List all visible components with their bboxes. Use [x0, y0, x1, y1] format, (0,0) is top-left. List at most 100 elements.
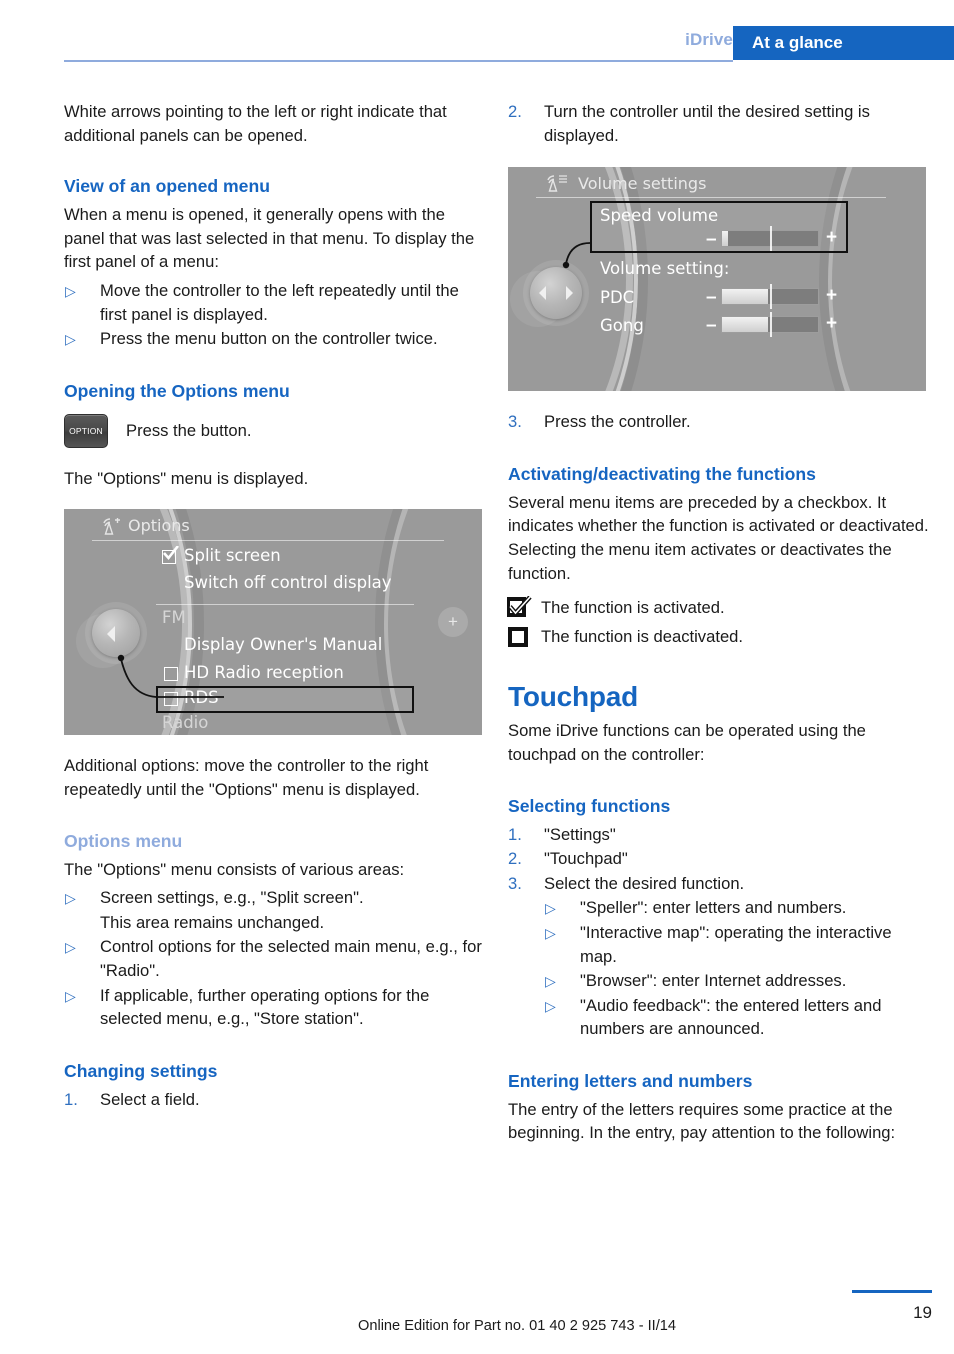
- triangle-bullet-icon: ▷: [65, 987, 76, 1004]
- legend-label-deactivated: The function is deactivated.: [541, 626, 744, 646]
- list-item: ▷ Screen settings, e.g., "Split screen".: [64, 886, 482, 910]
- option-button[interactable]: OPTION: [64, 413, 108, 448]
- antenna-list-icon: [547, 175, 567, 192]
- triangle-bullet-icon: ▷: [65, 890, 76, 907]
- gong-plus-label[interactable]: +: [826, 314, 837, 333]
- list-item-label: "Audio feedback": the entered letters an…: [580, 995, 882, 1039]
- list-item: 2. "Touchpad": [508, 847, 932, 871]
- gong-minus-label[interactable]: –: [706, 316, 717, 335]
- heading-view-of-opened-menu: View of an opened menu: [64, 176, 270, 197]
- footer-edition-text: Online Edition for Part no. 01 40 2 925 …: [357, 1318, 677, 1334]
- intro-paragraph: White arrows pointing to the left or rig…: [64, 102, 447, 145]
- changing-settings-steps: 1. Select a field.: [64, 1088, 482, 1112]
- step-3-list: 3. Press the controller.: [508, 410, 932, 434]
- additional-options-paragraph: Additional options: move the controller …: [64, 756, 429, 799]
- list-item: ▷ "Audio feedback": the entered letters …: [544, 994, 932, 1041]
- step-label: Select the desired function.: [544, 873, 745, 893]
- list-item: 2. Turn the controller until the desired…: [508, 100, 932, 147]
- volume-row-label-pdc[interactable]: PDC: [600, 288, 634, 307]
- step-label: Turn the controller until the desired se…: [544, 102, 870, 145]
- list-item: 1. "Settings": [508, 823, 932, 847]
- heading-options-menu: Options menu: [64, 830, 183, 851]
- list-item-label: "Browser": enter Internet addresses.: [580, 971, 847, 991]
- options-menu-screenshot: Options Split screen Switch off control …: [64, 509, 482, 736]
- activating-paragraph: Several menu items are preceded by a che…: [508, 492, 929, 583]
- options-item-display-owners-manual[interactable]: Display Owner's Manual: [184, 635, 382, 654]
- left-column: White arrows pointing to the left or rig…: [64, 100, 482, 1112]
- view-bullet-list: ▷ Move the controller to the left repeat…: [64, 279, 482, 351]
- header-book-label: iDrive: [685, 30, 733, 49]
- option-button-label: OPTION: [69, 425, 103, 436]
- step-label: Press the controller.: [544, 412, 691, 432]
- header-chapter-tab: At a glance: [733, 26, 954, 60]
- step-label: "Settings": [544, 824, 616, 844]
- step-number: 3.: [508, 873, 522, 893]
- speed-volume-plus-label[interactable]: +: [826, 228, 837, 247]
- antenna-signal-icon: [103, 518, 120, 536]
- list-item: 1. Select a field.: [64, 1088, 482, 1112]
- volume-settings-screenshot: Volume settings Speed volume – + Volume …: [508, 167, 926, 392]
- legend-row-deactivated: The function is deactivated.: [508, 625, 932, 649]
- volume-row-label-gong[interactable]: Gong: [600, 316, 644, 335]
- list-item-label: If applicable, further operating options…: [100, 985, 430, 1029]
- list-item: ▷ Press the menu button on the controlle…: [64, 327, 482, 351]
- list-item: 3. Press the controller.: [508, 410, 932, 434]
- step-number: 3.: [508, 412, 522, 432]
- list-item: ▷ If applicable, further operating optio…: [64, 984, 482, 1031]
- view-paragraph: When a menu is opened, it generally open…: [64, 205, 475, 272]
- pdc-slider[interactable]: [721, 284, 819, 310]
- speed-volume-slider[interactable]: [721, 226, 819, 252]
- step-label: "Touchpad": [544, 849, 628, 869]
- triangle-bullet-icon: ▷: [545, 924, 556, 941]
- triangle-bullet-icon: ▷: [65, 939, 76, 956]
- legend-label-activated: The function is activated.: [541, 598, 725, 618]
- list-item-label: Control options for the selected main me…: [100, 937, 482, 980]
- triangle-bullet-icon: ▷: [545, 900, 556, 917]
- checkbox-unchecked-icon: [508, 626, 528, 647]
- options-menu-paragraph: The "Options" menu consists of various a…: [64, 859, 405, 879]
- leader-line: [562, 242, 591, 269]
- list-item-label: "Interactive map": operating the interac…: [580, 922, 892, 966]
- option-button-row: OPTION Press the button.: [64, 413, 482, 448]
- list-item-label: Screen settings, e.g., "Split screen".: [100, 888, 364, 908]
- press-the-button-label: Press the button.: [126, 420, 252, 440]
- right-column: 2. Turn the controller until the desired…: [507, 100, 932, 1145]
- heading-entering-letters-numbers: Entering letters and numbers: [508, 1070, 753, 1091]
- pdc-plus-label[interactable]: +: [826, 286, 837, 305]
- list-item-label: Move the controller to the left repeated…: [100, 280, 459, 324]
- triangle-bullet-icon: ▷: [545, 973, 556, 990]
- step-number: 2.: [508, 849, 522, 869]
- triangle-bullet-icon: ▷: [65, 331, 76, 348]
- list-item-label: "Speller": enter letters and numbers.: [580, 898, 847, 918]
- options-screenshot-title: Options: [128, 516, 190, 536]
- list-item: ▷ "Speller": enter letters and numbers.: [544, 896, 932, 920]
- options-item-split-screen[interactable]: Split screen: [184, 546, 281, 565]
- page-header: iDrive At a glance: [0, 0, 954, 64]
- selecting-functions-bullets: ▷ "Speller": enter letters and numbers. …: [544, 896, 932, 1041]
- heading-opening-options-menu: Opening the Options menu: [64, 380, 290, 401]
- options-menu-bullet-list: ▷ Screen settings, e.g., "Split screen".…: [64, 886, 482, 1031]
- header-divider: [64, 60, 733, 62]
- selecting-functions-steps: 1. "Settings" 2. "Touchpad" 3. Select th…: [508, 823, 932, 896]
- speed-volume-minus-label[interactable]: –: [706, 230, 717, 249]
- options-group-fm: FM: [162, 608, 186, 628]
- list-item: ▷ "Browser": enter Internet addresses.: [544, 969, 932, 993]
- options-item-switch-off-display[interactable]: Switch off control display: [184, 573, 392, 592]
- gong-slider[interactable]: [721, 312, 819, 338]
- options-displayed-paragraph: The "Options" menu is displayed.: [64, 468, 309, 488]
- pdc-minus-label[interactable]: –: [706, 288, 717, 307]
- entering-paragraph: The entry of the letters requires some p…: [508, 1099, 896, 1143]
- touchpad-paragraph: Some iDrive functions can be operated us…: [508, 721, 866, 764]
- heading-activating-deactivating: Activating/deactivating the functions: [508, 463, 816, 484]
- legend-row-activated: The function is activated.: [507, 595, 932, 620]
- footer-divider: [852, 1290, 932, 1293]
- leader-line: [117, 655, 224, 699]
- step-number: 1.: [64, 1089, 78, 1109]
- triangle-bullet-icon: ▷: [65, 282, 76, 299]
- list-item-label: Press the menu button on the controller …: [100, 329, 438, 349]
- step-label: Select a field.: [100, 1089, 200, 1109]
- step-number: 2.: [508, 102, 522, 121]
- list-item: ▷ Control options for the selected main …: [64, 935, 482, 982]
- heading-changing-settings: Changing settings: [64, 1060, 218, 1081]
- triangle-bullet-icon: ▷: [545, 997, 556, 1014]
